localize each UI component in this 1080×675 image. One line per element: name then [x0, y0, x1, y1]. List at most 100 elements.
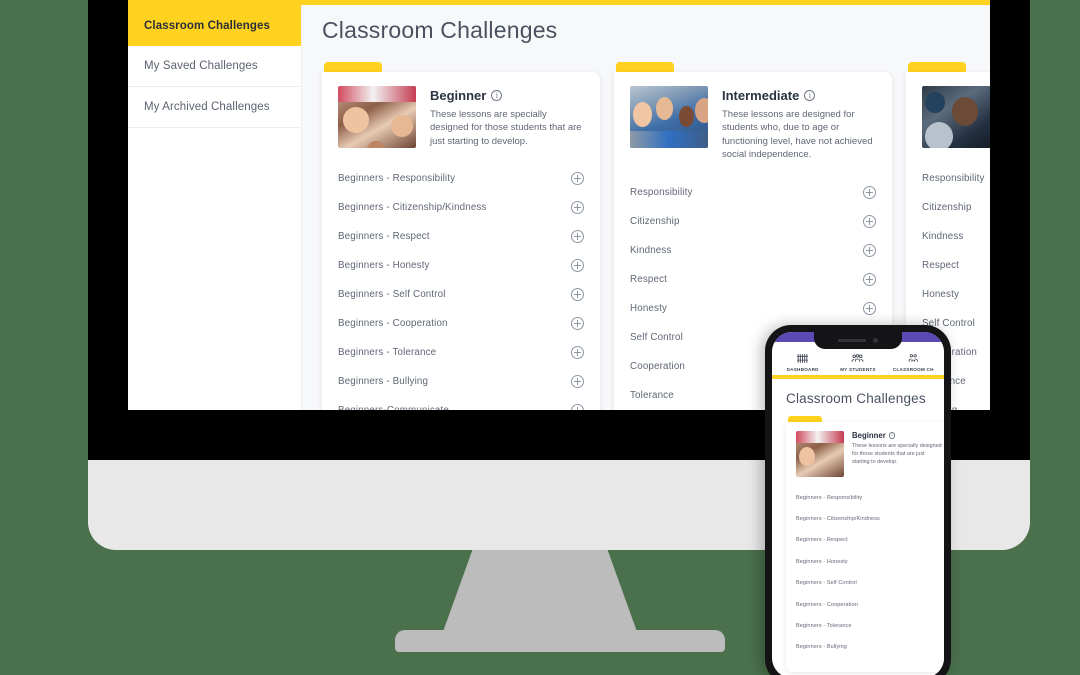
sidebar-item-my-archived-challenges[interactable]: My Archived Challenges [128, 87, 301, 128]
card-description: These lessons are designed for students … [722, 109, 873, 161]
add-lesson-icon[interactable] [863, 214, 876, 228]
card-description: These lessons are specially designed for… [430, 109, 582, 147]
card-header: Advanced i [922, 86, 990, 148]
card-title-row: Beginner i [430, 88, 584, 103]
lesson-row[interactable]: Beginners - Responsibility [338, 164, 584, 193]
info-icon[interactable]: i [804, 90, 816, 101]
phone-tab-label: MY STUDENTS [840, 367, 876, 372]
sidebar-item-my-saved-challenges[interactable]: My Saved Challenges [128, 46, 301, 87]
lesson-row[interactable]: Honesty [630, 294, 876, 323]
add-lesson-icon[interactable] [571, 172, 584, 186]
lesson-label: Cooperation [630, 360, 686, 372]
lesson-label: Beginners - Self Control [796, 580, 857, 587]
lesson-label: Beginners - Cooperation [338, 318, 448, 330]
lesson-row[interactable]: Beginners - Bullying [338, 367, 584, 396]
lesson-row[interactable]: Beginners - Cooperation [338, 309, 584, 338]
add-lesson-icon[interactable] [571, 404, 584, 410]
mobile-phone: DASHBOARD MY STUDENTS CLASSROOM CH Class… [765, 325, 951, 675]
lesson-label: Beginners - Cooperation [796, 601, 858, 608]
add-lesson-icon[interactable] [863, 185, 876, 199]
lesson-row[interactable]: Kindness [922, 222, 990, 251]
lesson-row[interactable]: Beginners - Cooperation [796, 594, 942, 615]
phone-tab-classroom-challenges[interactable]: CLASSROOM CH [887, 353, 940, 372]
lesson-row[interactable]: Beginners - Self Control [796, 573, 942, 594]
lesson-row[interactable]: Beginners - Tolerance [796, 615, 942, 636]
lesson-label: Beginners - Responsibility [796, 494, 863, 501]
info-icon[interactable]: i [888, 432, 896, 439]
lesson-row[interactable]: Respect [630, 265, 876, 294]
classroom-students-photo [922, 86, 990, 148]
card-accent-tab [616, 62, 674, 72]
lesson-row[interactable]: Beginners - Tolerance [338, 338, 584, 367]
phone-notch [814, 332, 902, 349]
lesson-row[interactable]: Beginners - Respect [338, 222, 584, 251]
card-accent-tab [324, 62, 382, 72]
lesson-label: Beginners - Respect [338, 231, 430, 243]
lesson-row[interactable]: Beginners - Responsibility [796, 487, 942, 508]
phone-card-title-row: Beginner i [852, 431, 942, 440]
add-lesson-icon[interactable] [571, 317, 584, 331]
lesson-row[interactable]: Beginners - Self Control [338, 280, 584, 309]
lesson-label: Honesty [922, 289, 959, 300]
lesson-label: Beginners - Tolerance [796, 623, 852, 630]
monitor-stand-neck [440, 540, 640, 640]
lesson-label: Beginners - Responsibility [338, 173, 456, 185]
phone-card-title: Beginner [852, 431, 886, 440]
add-lesson-icon[interactable] [571, 346, 584, 360]
lesson-row[interactable]: Citizenship [922, 193, 990, 222]
phone-card-header: Beginner i These lessons are specially d… [796, 431, 942, 477]
lesson-label: Tolerance [630, 389, 674, 401]
lesson-label: Beginners-Communicate [338, 405, 449, 410]
lesson-row[interactable]: Beginners - Citizenship/Kindness [796, 508, 942, 529]
add-lesson-icon[interactable] [571, 288, 584, 302]
phone-lesson-list: Beginners - Responsibility Beginners - C… [796, 487, 942, 658]
lesson-row[interactable]: Beginners-Communicate [338, 396, 584, 410]
add-lesson-icon[interactable] [571, 259, 584, 273]
children-faces-photo [338, 86, 416, 148]
phone-challenge-card-beginner: Beginner i These lessons are specially d… [786, 422, 944, 672]
card-title: Beginner [430, 88, 487, 103]
add-lesson-icon[interactable] [863, 243, 876, 257]
lesson-row[interactable]: Respect [922, 251, 990, 280]
lesson-row[interactable]: Beginners - Bullying [796, 637, 942, 658]
lesson-row[interactable]: Beginners - Respect [796, 530, 942, 551]
lesson-label: Beginners - Respect [796, 537, 848, 544]
lesson-label: Kindness [922, 231, 964, 242]
lesson-label: Self Control [630, 331, 683, 343]
add-lesson-icon[interactable] [571, 201, 584, 215]
lesson-row[interactable]: Responsibility [922, 164, 990, 193]
lesson-row[interactable]: Beginners - Honesty [796, 551, 942, 572]
phone-camera-icon [873, 338, 878, 343]
card-body: Beginner i These lessons are specially d… [322, 72, 600, 410]
lesson-label: Citizenship [630, 215, 680, 227]
card-title: Intermediate [722, 88, 800, 103]
add-lesson-icon[interactable] [863, 301, 876, 315]
card-header: Beginner i These lessons are specially d… [338, 86, 584, 148]
lesson-row[interactable]: Honesty [922, 280, 990, 309]
lesson-label: Beginners - Bullying [338, 376, 429, 388]
lesson-label: Beginners - Honesty [796, 558, 848, 565]
lesson-row[interactable]: Responsibility [630, 178, 876, 207]
challenge-card-beginner: Beginner i These lessons are specially d… [322, 62, 600, 410]
page-title: Classroom Challenges [322, 17, 558, 43]
phone-tab-dashboard[interactable]: DASHBOARD [776, 353, 829, 372]
lesson-row[interactable]: Kindness [630, 236, 876, 265]
lesson-row[interactable]: Beginners - Honesty [338, 251, 584, 280]
phone-tab-label: CLASSROOM CH [892, 367, 934, 372]
add-lesson-icon[interactable] [571, 375, 584, 389]
children-faces-photo [796, 431, 844, 477]
add-lesson-icon[interactable] [571, 230, 584, 244]
lesson-label: Honesty [630, 302, 667, 314]
sidebar-item-classroom-challenges[interactable]: Classroom Challenges [128, 5, 301, 46]
lesson-label: Citizenship [922, 202, 972, 213]
info-icon[interactable]: i [491, 90, 503, 101]
add-lesson-icon[interactable] [863, 272, 876, 286]
lesson-row[interactable]: Citizenship [630, 207, 876, 236]
phone-tab-my-students[interactable]: MY STUDENTS [831, 353, 884, 372]
lesson-label: Beginners - Citizenship/Kindness [338, 202, 487, 214]
lesson-row[interactable]: Beginners - Citizenship/Kindness [338, 193, 584, 222]
lesson-label: Beginners - Tolerance [338, 347, 437, 359]
phone-screen: DASHBOARD MY STUDENTS CLASSROOM CH Class… [772, 332, 944, 675]
teen-group-photo [630, 86, 708, 148]
card-accent-tab [908, 62, 966, 72]
